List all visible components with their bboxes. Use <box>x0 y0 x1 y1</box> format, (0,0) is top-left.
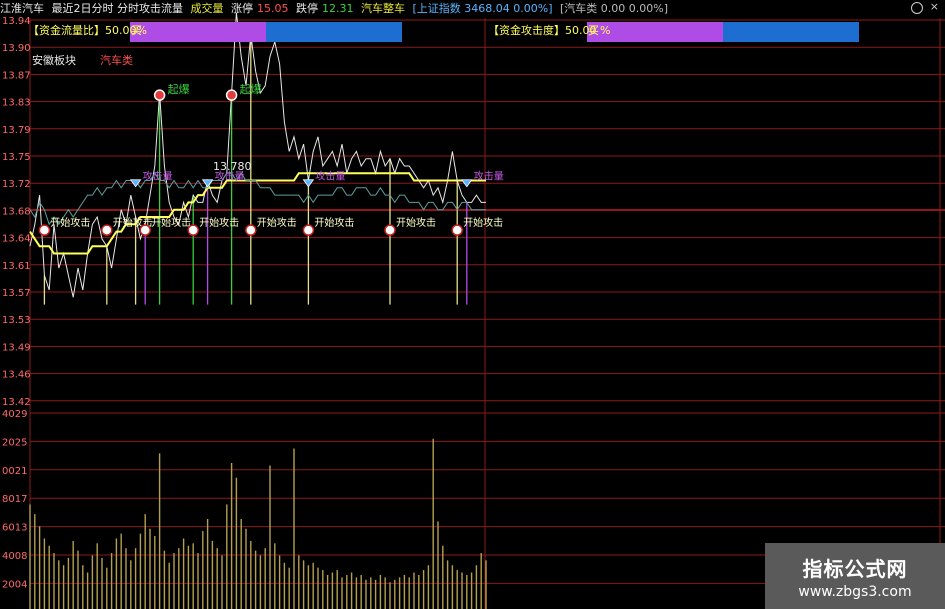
y-tick-label: 4008 <box>2 551 27 562</box>
sector-name-label: 汽车类 <box>100 53 133 67</box>
fund-flow-buy-label: 买 <box>131 24 142 37</box>
burst-label: 起爆 <box>240 82 262 96</box>
fund-flow-label: 【资金流量比】50.00% <box>28 23 147 37</box>
signal-markers: 开始攻击 开始攻击开始攻击 开始攻击 开始攻击 开始攻击 开始攻击 开始攻击起爆 起爆攻击量攻… <box>38 82 504 236</box>
y-tick-label: 4029 <box>2 409 27 420</box>
burst-label: 起爆 <box>168 82 190 96</box>
start-attack-icon <box>187 224 199 236</box>
y-tick-label: 2004 <box>2 579 27 590</box>
start-attack-icon <box>38 224 51 236</box>
chart-canvas: 13.94 13.90 13.87 13.83 13.79 13.75 13.72 13.68… <box>2 12 945 609</box>
y-tick-label: 13.42 <box>2 397 31 408</box>
watermark: 指标公式网 www.zbgs3.com <box>765 543 945 609</box>
start-attack-label: 开始攻击 <box>463 216 503 229</box>
y-tick-label: 13.61 <box>2 261 31 272</box>
y-tick-label: 0021 <box>2 466 27 477</box>
y-tick-label: 13.87 <box>2 70 31 81</box>
y-tick-label: 13.53 <box>2 315 31 326</box>
start-attack-label: 开始攻击 <box>314 216 354 229</box>
attack-degree-bar-blue <box>723 22 859 42</box>
y-tick-label: 13.83 <box>2 98 31 109</box>
watermark-url: www.zbgs3.com <box>798 584 912 600</box>
watermark-title: 指标公式网 <box>802 557 908 581</box>
attack-volume-label: 攻击量 <box>315 170 345 183</box>
y-tick-label: 13.90 <box>2 43 31 54</box>
line-series <box>29 12 486 298</box>
price-line <box>29 12 486 298</box>
burst-icon <box>225 89 238 101</box>
y-tick-label: 13.49 <box>2 342 31 353</box>
attack-volume-label: 攻击量 <box>474 170 504 183</box>
y-tick-label: 13.72 <box>2 179 31 190</box>
y-tick-label: 6013 <box>2 523 27 534</box>
fund-flow-bar-purple <box>130 22 266 42</box>
start-attack-label: 开始攻击 <box>199 216 239 229</box>
attack-degree-buy-label: 买 <box>588 24 599 37</box>
start-attack-icon <box>451 224 463 236</box>
chart-grid <box>29 18 945 609</box>
sector-board-label: 安徽板块 <box>32 53 76 67</box>
y-tick-label: 13.79 <box>2 125 31 136</box>
y-axis: 13.94 13.90 13.87 13.83 13.79 13.75 13.72 13.68… <box>2 16 31 590</box>
start-attack-label: 开始攻击 <box>396 216 436 229</box>
start-attack-icon <box>139 224 151 236</box>
start-attack-label: 开始攻击 <box>50 216 90 229</box>
y-tick-label: 2025 <box>2 437 27 448</box>
start-attack-icon <box>302 224 315 236</box>
y-tick-label: 13.94 <box>2 16 31 27</box>
y-tick-label: 13.68 <box>2 206 31 217</box>
start-attack-icon <box>384 224 396 236</box>
start-attack-label: 开始攻击 <box>151 216 191 229</box>
fund-flow-bar-blue <box>266 22 402 42</box>
y-tick-label: 13.64 <box>2 234 31 245</box>
y-tick-label: 13.75 <box>2 152 31 163</box>
burst-icon <box>153 89 166 101</box>
start-attack-label: 开始攻击 <box>257 216 297 229</box>
y-tick-label: 13.57 <box>2 288 31 299</box>
y-tick-label: 13.46 <box>2 370 31 381</box>
signal-lines <box>43 34 468 305</box>
y-tick-label: 8017 <box>2 494 27 505</box>
start-attack-icon <box>245 224 257 236</box>
attack-volume-label: 攻击量 <box>143 170 173 183</box>
start-attack-icon <box>101 224 113 236</box>
price-marker-label: 13.780 <box>213 160 252 173</box>
average-line <box>29 172 486 255</box>
